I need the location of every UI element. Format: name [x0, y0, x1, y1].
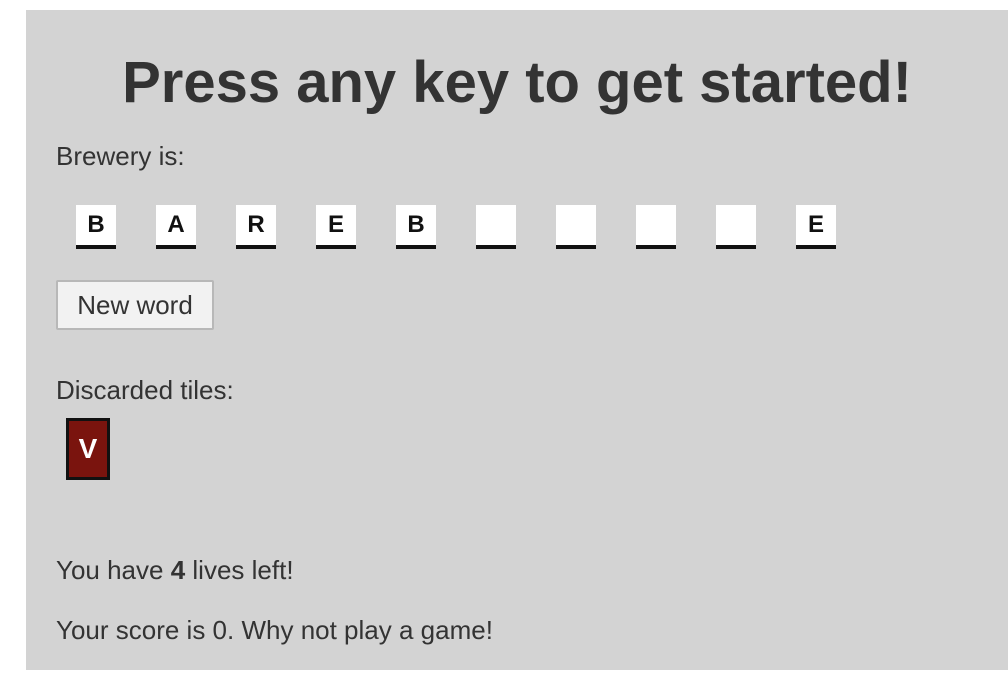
letter-tile [636, 205, 676, 249]
score-status: Your score is 0. Why not play a game! [56, 615, 493, 645]
letter-tile: E [316, 205, 356, 249]
lives-status: You have 4 lives left! [56, 555, 294, 585]
letter-tile: R [236, 205, 276, 249]
word-tiles-row: BAREBE [76, 205, 836, 251]
letter-tile [716, 205, 756, 249]
new-word-button[interactable]: New word [56, 280, 214, 330]
lives-suffix: lives left! [185, 555, 294, 585]
letter-tile: E [796, 205, 836, 249]
discarded-tile: V [66, 418, 110, 480]
page-title: Press any key to get started! [122, 50, 912, 115]
letter-tile: B [76, 205, 116, 249]
game-panel: Press any key to get started! Brewery is… [26, 10, 1008, 670]
discarded-tiles-label: Discarded tiles: [56, 375, 234, 405]
lives-count: 4 [170, 555, 186, 585]
letter-tile: A [156, 205, 196, 249]
lives-prefix: You have [56, 555, 171, 585]
word-category-label: Brewery is: [56, 141, 185, 171]
discarded-tiles-row: V [66, 418, 110, 480]
letter-tile [476, 205, 516, 249]
letter-tile [556, 205, 596, 249]
letter-tile: B [396, 205, 436, 249]
